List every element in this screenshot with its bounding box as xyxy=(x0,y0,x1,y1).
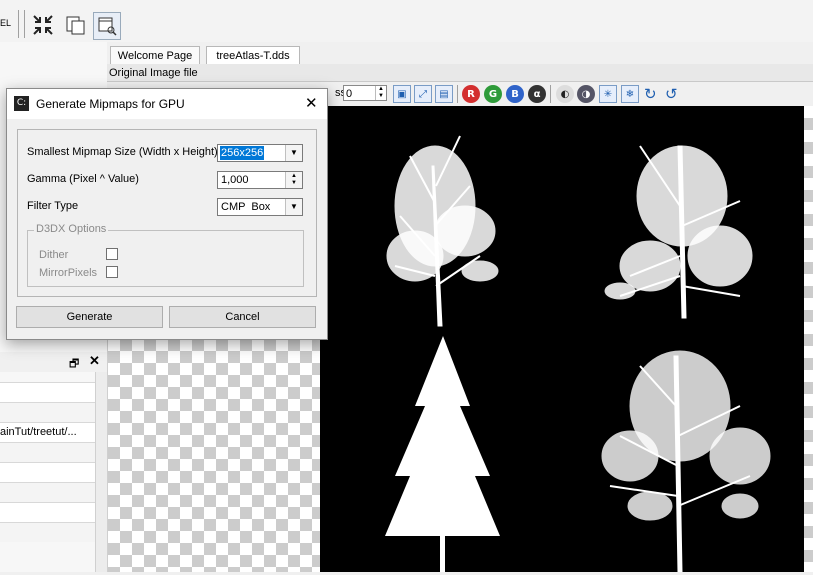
float-panel-icon[interactable]: 🗗 xyxy=(69,355,79,374)
gamma-stepper[interactable]: 1,000 ▲ ▼ xyxy=(217,171,303,189)
close-panel-icon[interactable]: ✕ xyxy=(89,353,100,369)
alpha-channel-icon: α xyxy=(533,88,541,100)
generate-mipmaps-dialog: C: Generate Mipmaps for GPU ✕ Smallest M… xyxy=(6,88,328,340)
chevron-down-icon: ▼ xyxy=(285,199,302,215)
filter-type-label: Filter Type xyxy=(27,200,79,212)
list-item[interactable]: ainTut/treetut/... xyxy=(0,422,95,442)
gamma-label: Gamma (Pixel ^ Value) xyxy=(27,173,139,185)
tint-button[interactable]: ◑ xyxy=(577,85,595,103)
zoom-100-button[interactable]: ▣ xyxy=(393,85,411,103)
bw-icon: ◐ xyxy=(560,88,570,100)
path-value: ainTut/treetut/... xyxy=(0,426,77,438)
dither-checkbox[interactable] xyxy=(106,248,118,260)
spin-buttons[interactable]: ▲ ▼ xyxy=(375,86,386,100)
sparkle-icon: ✳ xyxy=(603,88,613,100)
toolbar-separator xyxy=(550,85,551,103)
list-item[interactable] xyxy=(0,482,95,502)
toolbar-truncated-label: EL xyxy=(0,18,12,28)
tree-sprite xyxy=(604,145,753,319)
level-field[interactable]: 0 ▲ ▼ xyxy=(343,85,387,101)
cancel-button[interactable]: Cancel xyxy=(169,306,316,328)
dialog-titlebar[interactable]: C: Generate Mipmaps for GPU ✕ xyxy=(7,89,327,119)
close-icon[interactable]: ✕ xyxy=(305,94,318,112)
list-item[interactable] xyxy=(0,402,95,422)
tree-sprite xyxy=(601,350,771,573)
alpha-button[interactable]: ▤ xyxy=(435,85,453,103)
rotate-cw-icon[interactable]: ↻ xyxy=(644,85,657,103)
level-field-value: 0 xyxy=(346,88,353,100)
gamma-value: 1,000 xyxy=(221,174,249,186)
filter-type-dropdown[interactable]: CMP Box ▼ xyxy=(217,198,303,216)
dialog-title: Generate Mipmaps for GPU xyxy=(36,97,185,111)
tab-welcome-page[interactable]: Welcome Page xyxy=(110,46,200,65)
generate-button-label: Generate xyxy=(66,311,113,323)
alpha-icon: ▤ xyxy=(439,88,449,100)
transparency-background xyxy=(804,106,813,572)
filter-button[interactable]: ❄ xyxy=(621,85,639,103)
toolbar-separator xyxy=(24,10,25,38)
options-frame: Smallest Mipmap Size (Width x Height) 25… xyxy=(17,129,317,297)
chevron-down-icon: ▼ xyxy=(285,145,302,161)
panel-scrollbar[interactable] xyxy=(95,372,107,572)
tab-label: Welcome Page xyxy=(117,50,193,62)
fit-button[interactable]: ⤢ xyxy=(414,85,432,103)
cancel-button-label: Cancel xyxy=(225,311,260,323)
document-tabs: Welcome Page treeAtlas-T.dds xyxy=(107,42,813,65)
panel-header: 🗗 ✕ xyxy=(0,352,107,372)
list-item[interactable] xyxy=(0,522,95,542)
snowflake-icon: ❄ xyxy=(625,88,635,100)
list-item[interactable] xyxy=(0,462,95,482)
grayscale-button[interactable]: ◐ xyxy=(556,85,574,103)
main-toolbar: EL xyxy=(0,0,813,43)
image-info-button[interactable] xyxy=(93,12,121,40)
mirror-pixels-label: MirrorPixels xyxy=(39,267,98,279)
group-label: D3DX Options xyxy=(34,223,109,235)
spin-arrows-icon: ▲ ▼ xyxy=(285,172,302,188)
green-channel-button[interactable]: G xyxy=(484,85,502,103)
copy-window-icon xyxy=(66,16,85,35)
smallest-size-label: Smallest Mipmap Size (Width x Height) xyxy=(27,146,218,158)
fit-icon: ⤢ xyxy=(419,88,427,100)
app-icon: C: xyxy=(14,96,29,111)
tab-label: treeAtlas-T.dds xyxy=(216,50,290,62)
list-item[interactable] xyxy=(0,382,95,402)
tree-sprite xyxy=(385,336,500,572)
zoom-100-icon: ▣ xyxy=(397,88,407,100)
image-header: Original Image file xyxy=(107,64,813,82)
effects-button[interactable]: ✳ xyxy=(599,85,617,103)
tree-sprite xyxy=(386,135,499,327)
smallest-size-value: 256x256 xyxy=(220,146,265,160)
shrink-view-button[interactable] xyxy=(30,12,56,38)
image-header-label: Original Image file xyxy=(109,67,198,79)
image-canvas[interactable] xyxy=(320,106,804,573)
tab-treeatlas[interactable]: treeAtlas-T.dds xyxy=(206,46,300,65)
duplicate-button[interactable] xyxy=(62,12,88,38)
window-magnify-icon xyxy=(98,17,117,36)
alpha-channel-button[interactable]: α xyxy=(528,85,546,103)
smallest-size-dropdown[interactable]: 256x256 ▼ xyxy=(217,144,303,162)
blue-channel-button[interactable]: B xyxy=(506,85,524,103)
transparency-background xyxy=(108,339,320,572)
list-item[interactable] xyxy=(0,502,95,522)
toolbar-separator xyxy=(457,85,458,103)
list-item[interactable] xyxy=(0,442,95,462)
tint-icon: ◑ xyxy=(581,88,591,100)
dither-label: Dither xyxy=(39,249,69,261)
tree-atlas-image xyxy=(385,135,771,573)
generate-button[interactable]: Generate xyxy=(16,306,163,328)
filter-type-value: CMP Box xyxy=(221,201,271,213)
collapse-arrows-icon xyxy=(33,15,53,35)
toolbar-separator xyxy=(18,10,19,38)
rotate-ccw-icon[interactable]: ↺ xyxy=(665,85,678,103)
d3dx-options-group: D3DX Options Dither MirrorPixels xyxy=(27,223,304,287)
mirror-pixels-checkbox[interactable] xyxy=(106,266,118,278)
red-channel-button[interactable]: R xyxy=(462,85,480,103)
